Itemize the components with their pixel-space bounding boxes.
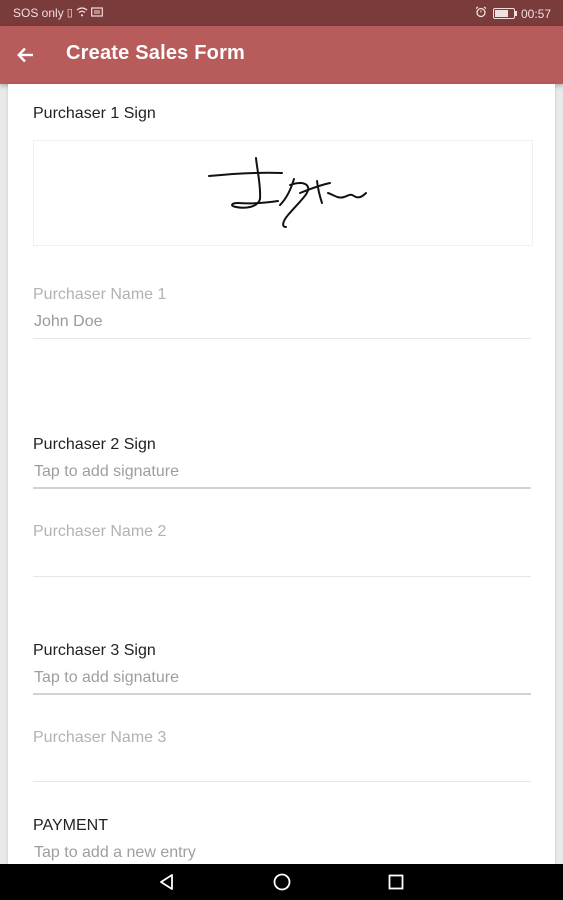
carrier-text: SOS only xyxy=(13,6,64,20)
recents-square-icon[interactable] xyxy=(386,872,406,892)
app-bar: Create Sales Form xyxy=(0,26,563,84)
purchaser2-name-underline xyxy=(33,576,531,577)
alarm-icon xyxy=(475,6,487,21)
purchaser2-sign-underline xyxy=(33,487,531,489)
sim-icon: ▯ xyxy=(66,7,73,19)
arrow-left-icon[interactable] xyxy=(14,40,38,70)
navigation-bar xyxy=(0,864,563,900)
signature-image xyxy=(208,157,367,228)
back-triangle-icon[interactable] xyxy=(157,872,177,892)
form-card: Purchaser 1 Sign Purchaser Name 1 John D… xyxy=(8,84,555,864)
purchaser1-signature-pad[interactable] xyxy=(33,140,533,246)
purchaser1-sign-label: Purchaser 1 Sign xyxy=(33,105,156,122)
purchaser2-name-input[interactable]: Purchaser Name 2 xyxy=(33,523,166,541)
home-circle-icon[interactable] xyxy=(272,872,292,892)
wifi-icon xyxy=(76,6,88,20)
purchaser1-name-input[interactable]: John Doe xyxy=(34,313,103,331)
purchaser1-name-label: Purchaser Name 1 xyxy=(33,286,167,303)
purchaser3-name-input[interactable]: Purchaser Name 3 xyxy=(33,729,166,747)
page-title: Create Sales Form xyxy=(66,42,246,64)
purchaser3-sign-field[interactable]: Tap to add signature xyxy=(34,669,179,687)
battery-icon xyxy=(492,8,517,19)
purchaser2-sign-label: Purchaser 2 Sign xyxy=(33,436,156,453)
payment-add-entry[interactable]: Tap to add a new entry xyxy=(34,844,196,862)
message-icon xyxy=(90,6,103,20)
purchaser3-sign-label: Purchaser 3 Sign xyxy=(33,642,156,659)
purchaser1-name-underline xyxy=(33,338,531,339)
purchaser3-sign-underline xyxy=(33,693,531,695)
status-bar-left: SOS only ▯ xyxy=(13,6,103,20)
battery-fill xyxy=(494,10,508,17)
purchaser3-name-underline xyxy=(33,781,531,782)
payment-label: PAYMENT xyxy=(33,817,108,834)
status-bar: SOS only ▯ 00:57 xyxy=(0,0,563,26)
status-bar-right: 00:57 xyxy=(475,6,551,21)
clock-text: 00:57 xyxy=(520,6,551,21)
purchaser2-sign-field[interactable]: Tap to add signature xyxy=(34,463,179,481)
